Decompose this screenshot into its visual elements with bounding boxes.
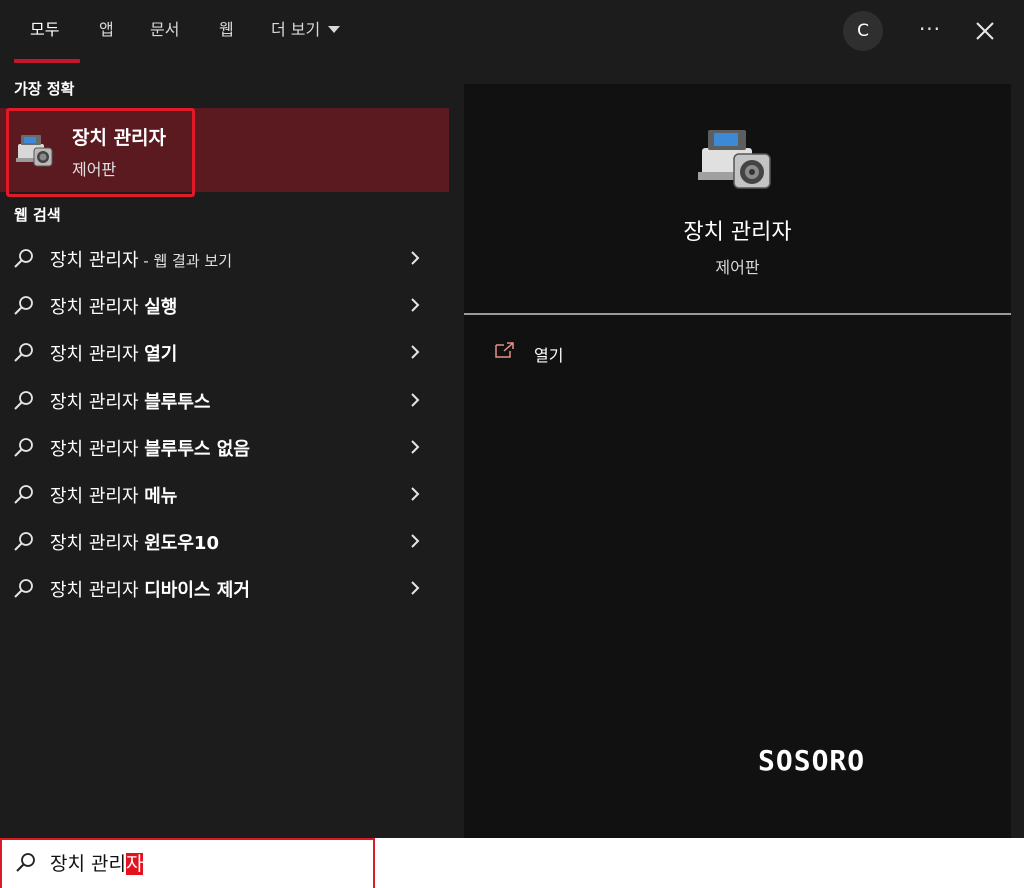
query-prefix: 장치 관리자 [50, 533, 145, 555]
web-search-text: 장치 관리자 열기 [50, 340, 177, 366]
search-icon [14, 390, 33, 410]
tab-more-label: 더 보기 [271, 20, 321, 39]
web-search-text: 장치 관리자 블루투스 없음 [50, 435, 250, 461]
chevron-right-icon [411, 534, 420, 548]
query-prefix: 장치 관리자 [50, 391, 145, 413]
preview-divider [464, 313, 1011, 315]
preview-subtitle: 제어판 [715, 258, 760, 277]
web-search-item[interactable]: 장치 관리자 메뉴 [0, 470, 449, 517]
query-suggestion: 실행 [144, 297, 178, 319]
query-prefix: 장치 관리자 [50, 250, 139, 271]
open-action[interactable]: 열기 [494, 340, 614, 366]
best-match-label: 가장 정확 [14, 80, 75, 98]
web-search-item[interactable]: 장치 관리자 블루투스 [0, 376, 449, 423]
account-avatar[interactable]: C [843, 11, 883, 51]
best-match-item[interactable]: 장치 관리자 제어판 [0, 108, 449, 197]
web-search-item[interactable]: 장치 관리자 열기 [0, 328, 449, 375]
web-search-item[interactable]: 장치 관리자 블루투스 없음 [0, 423, 449, 470]
query-prefix: 장치 관리자 [50, 580, 145, 602]
query-suggestion: 블루투스 없음 [144, 438, 250, 460]
chevron-right-icon [411, 392, 420, 407]
best-match-title: 장치 관리자 [72, 127, 167, 149]
search-icon [14, 343, 33, 363]
more-options-button[interactable]: ··· [912, 14, 948, 48]
open-external-icon [495, 342, 514, 358]
web-search-text: 장치 관리자 메뉴 [50, 482, 177, 508]
query-suggestion: 디바이스 제거 [144, 580, 250, 602]
query-prefix: 장치 관리자 [50, 297, 145, 319]
web-search-label: 웹 검색 [14, 206, 61, 224]
search-selected-text: 자 [125, 853, 144, 875]
web-search-item[interactable]: 장치 관리자 윈도우10 [0, 517, 449, 564]
tab-documents[interactable]: 문서 [150, 18, 179, 42]
preview-title: 장치 관리자 [683, 220, 792, 245]
web-search-item[interactable]: 장치 관리자 디바이스 제거 [0, 564, 449, 611]
search-window: 모두 앱 문서 웹 더 보기 C ··· 가장 정확 장치 관리자 제어판 웹 … [0, 0, 1024, 888]
tab-web[interactable]: 웹 [219, 18, 234, 42]
query-prefix: 장치 관리자 [50, 438, 145, 460]
search-icon [14, 437, 33, 457]
chevron-right-icon [411, 440, 420, 454]
query-prefix: 장치 관리자 [50, 486, 145, 507]
caret-down-icon [328, 26, 341, 33]
tab-more[interactable]: 더 보기 [271, 18, 341, 42]
device-manager-icon [16, 135, 53, 167]
chevron-right-icon [411, 487, 420, 501]
best-match-subtitle: 제어판 [72, 160, 117, 179]
query-suggestion: 블루투스 [144, 391, 211, 413]
search-icon [14, 532, 33, 551]
search-icon [14, 485, 33, 504]
search-icon [14, 249, 33, 268]
open-label: 열기 [534, 346, 564, 365]
watermark: SOSORO [758, 744, 866, 777]
web-search-text: 장치 관리자 실행 [50, 293, 177, 319]
search-typed-text: 장치 관리 [50, 853, 126, 875]
search-icon [14, 579, 33, 599]
search-icon [16, 853, 35, 872]
chevron-right-icon [411, 581, 420, 596]
top-bar: 모두 앱 문서 웹 더 보기 C ··· [0, 0, 1024, 66]
query-prefix: 장치 관리자 [50, 344, 145, 366]
query-hint: - 웹 결과 보기 [138, 252, 233, 270]
results-panel: 가장 정확 장치 관리자 제어판 웹 검색 장치 관리자 - 웹 결과 보기 장치… [0, 66, 449, 838]
web-search-text: 장치 관리자 디바이스 제거 [50, 576, 250, 602]
preview-panel: 장치 관리자 제어판 열기 SOSORO [464, 84, 1011, 838]
query-suggestion: 윈도우10 [144, 533, 219, 555]
search-icon [14, 296, 33, 315]
web-search-item[interactable]: 장치 관리자 - 웹 결과 보기 [0, 234, 449, 281]
close-icon [976, 22, 994, 40]
web-search-item[interactable]: 장치 관리자 실행 [0, 281, 449, 328]
tab-all[interactable]: 모두 [30, 18, 59, 42]
chevron-right-icon [411, 251, 420, 265]
chevron-right-icon [411, 345, 420, 360]
query-suggestion: 메뉴 [144, 486, 178, 507]
close-button[interactable] [968, 14, 1002, 48]
search-bar[interactable]: 장치 관리자 [0, 838, 1024, 888]
active-tab-indicator [14, 59, 80, 63]
chevron-right-icon [411, 298, 420, 312]
search-input[interactable]: 장치 관리자 [50, 849, 144, 876]
web-search-text: 장치 관리자 윈도우10 [50, 529, 219, 555]
web-search-text: 장치 관리자 - 웹 결과 보기 [50, 246, 232, 272]
device-manager-large-icon [698, 130, 771, 189]
web-search-text: 장치 관리자 블루투스 [50, 388, 211, 414]
query-suggestion: 열기 [144, 344, 178, 366]
tab-apps[interactable]: 앱 [99, 18, 114, 42]
